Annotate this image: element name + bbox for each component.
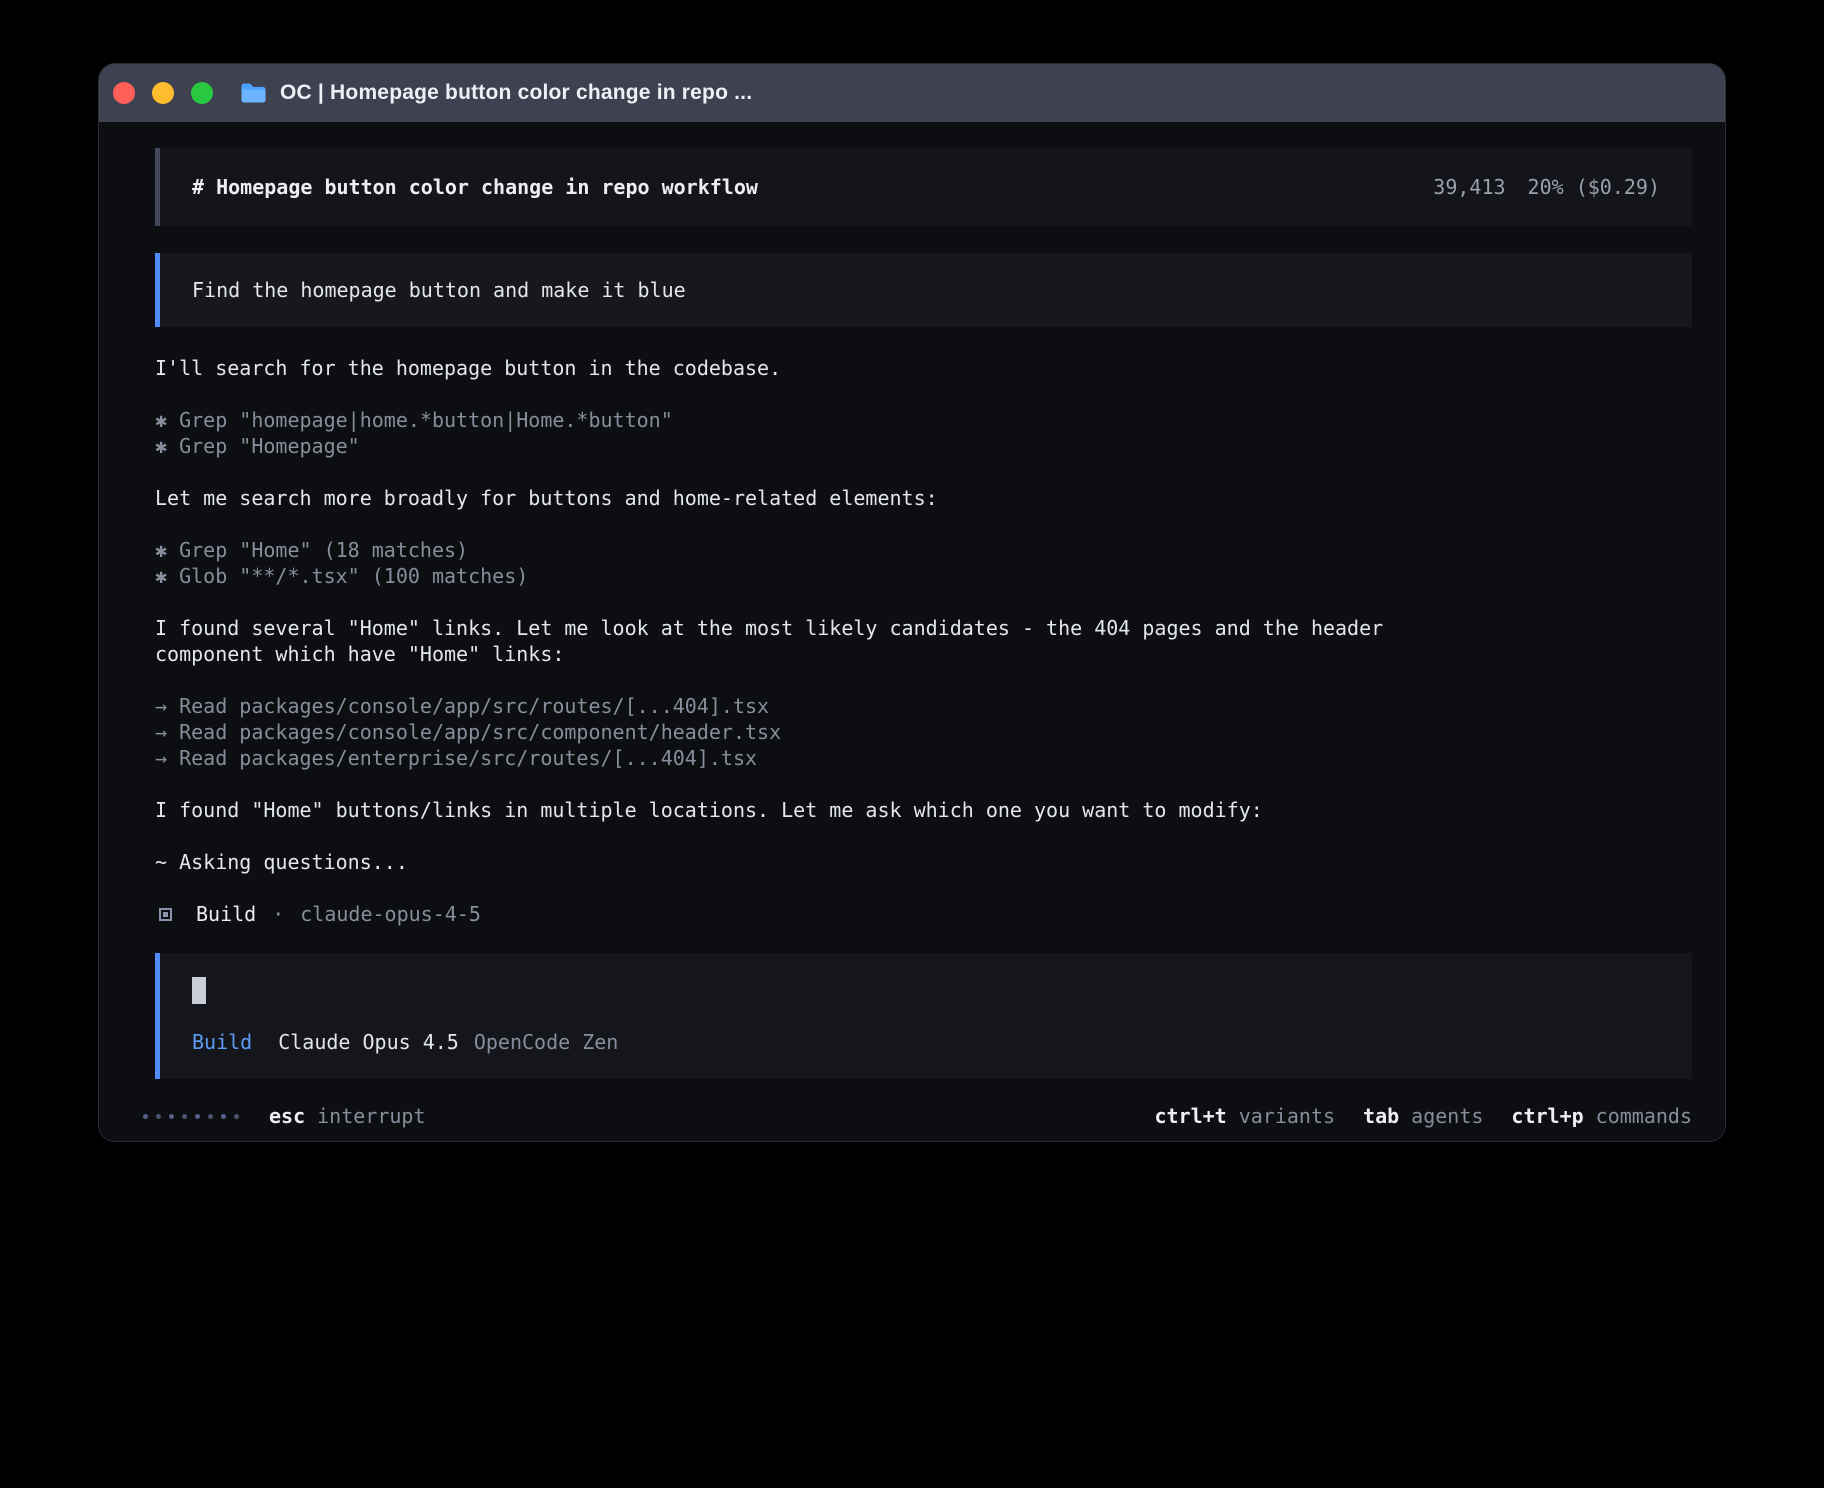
- status-left: esc interrupt: [143, 1103, 426, 1129]
- tool-call-read: → Read packages/enterprise/src/routes/[.…: [155, 745, 1692, 771]
- assistant-message: Let me search more broadly for buttons a…: [155, 485, 1400, 511]
- assistant-message: I'll search for the homepage button in t…: [155, 355, 1400, 381]
- agent-name: Build: [196, 901, 256, 927]
- tool-call-group: ✱ Grep "homepage|home.*button|Home.*butt…: [155, 407, 1692, 459]
- interrupt-label: interrupt: [317, 1103, 425, 1129]
- agent-model: claude-opus-4-5: [300, 901, 481, 927]
- shortcut-label: agents: [1411, 1103, 1483, 1129]
- status-shortcuts: ctrl+t variants tab agents ctrl+p comman…: [1154, 1103, 1692, 1129]
- terminal-body: # Homepage button color change in repo w…: [99, 122, 1725, 1141]
- spinner-dots-icon: [143, 1114, 239, 1119]
- agent-info-line: Build · claude-opus-4-5: [155, 901, 1692, 927]
- shortcut-key: tab: [1363, 1103, 1399, 1129]
- tool-call-read: → Read packages/console/app/src/routes/[…: [155, 693, 1692, 719]
- separator-dot: ·: [272, 901, 284, 927]
- text-cursor: [192, 977, 206, 1004]
- activity-status: ~ Asking questions...: [155, 849, 1692, 875]
- tool-call-grep: ✱ Grep "Homepage": [155, 433, 1692, 459]
- session-stats: 39,413 20% ($0.29): [1433, 174, 1660, 200]
- assistant-message: I found several "Home" links. Let me loo…: [155, 615, 1400, 667]
- zoom-button[interactable]: [191, 82, 213, 104]
- shortcut-key: ctrl+t: [1154, 1103, 1226, 1129]
- tool-call-glob: ✱ Glob "**/*.tsx" (100 matches): [155, 563, 1692, 589]
- model-label: Claude Opus 4.5: [278, 1029, 459, 1055]
- assistant-message: I found "Home" buttons/links in multiple…: [155, 797, 1400, 823]
- window-title: OC | Homepage button color change in rep…: [280, 81, 752, 105]
- tool-call-grep: ✱ Grep "Home" (18 matches): [155, 537, 1692, 563]
- shortcut-commands: ctrl+p commands: [1511, 1103, 1692, 1129]
- interrupt-key: esc: [269, 1103, 305, 1129]
- agent-icon: [159, 908, 172, 921]
- token-count: 39,413: [1433, 174, 1505, 200]
- tool-call-group: → Read packages/console/app/src/routes/[…: [155, 693, 1692, 771]
- shortcut-label: commands: [1596, 1103, 1692, 1129]
- desktop-background: OC | Homepage button color change in rep…: [0, 0, 1824, 1488]
- input-footer: Build Claude Opus 4.5 OpenCode Zen: [192, 1029, 1660, 1055]
- prompt-input[interactable]: Build Claude Opus 4.5 OpenCode Zen: [155, 953, 1692, 1079]
- provider-label: OpenCode Zen: [474, 1029, 619, 1055]
- context-usage: 20% ($0.29): [1528, 174, 1660, 200]
- session-title: # Homepage button color change in repo w…: [192, 174, 758, 200]
- tool-call-grep: ✱ Grep "homepage|home.*button|Home.*butt…: [155, 407, 1692, 433]
- minimize-button[interactable]: [152, 82, 174, 104]
- user-message: Find the homepage button and make it blu…: [155, 253, 1692, 327]
- terminal-window: OC | Homepage button color change in rep…: [99, 64, 1725, 1141]
- shortcut-variants: ctrl+t variants: [1154, 1103, 1335, 1129]
- tool-call-read: → Read packages/console/app/src/componen…: [155, 719, 1692, 745]
- status-bar: esc interrupt ctrl+t variants tab agents…: [155, 1103, 1692, 1129]
- shortcut-key: ctrl+p: [1511, 1103, 1583, 1129]
- shortcut-label: variants: [1239, 1103, 1335, 1129]
- user-message-text: Find the homepage button and make it blu…: [192, 278, 686, 302]
- traffic-lights: [113, 82, 213, 104]
- window-titlebar[interactable]: OC | Homepage button color change in rep…: [99, 64, 1725, 122]
- mode-label[interactable]: Build: [192, 1029, 252, 1055]
- close-button[interactable]: [113, 82, 135, 104]
- session-header: # Homepage button color change in repo w…: [155, 148, 1692, 226]
- tool-call-group: ✱ Grep "Home" (18 matches) ✱ Glob "**/*.…: [155, 537, 1692, 589]
- folder-icon: [240, 82, 267, 104]
- title-group: OC | Homepage button color change in rep…: [240, 81, 752, 105]
- shortcut-agents: tab agents: [1363, 1103, 1483, 1129]
